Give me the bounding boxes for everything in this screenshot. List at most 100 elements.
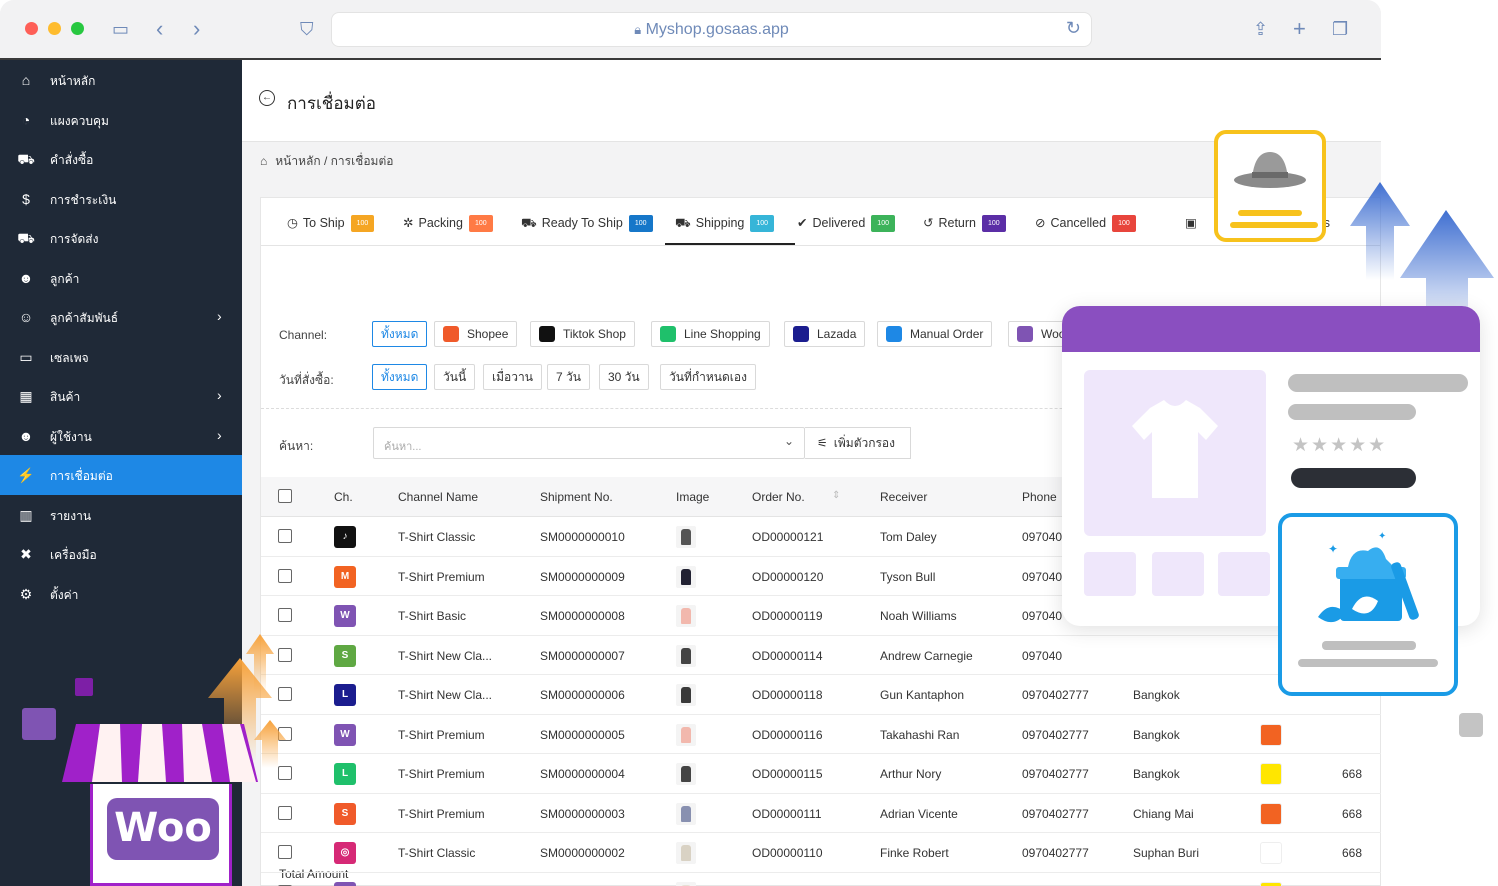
date-chip[interactable]: วันที่กำหนดเอง (660, 364, 756, 390)
back-nav-icon[interactable]: ‹ (156, 18, 163, 40)
header-channel-name[interactable]: Channel Name (398, 490, 478, 504)
close-window-dot[interactable] (25, 22, 38, 35)
table-row[interactable]: W T-Shirt Premium SM0000000005 OD0000011… (261, 715, 1381, 754)
phone-cell: 097040 (1022, 569, 1063, 584)
sidebar-item-label: เซลเพจ (50, 350, 89, 365)
lock-icon: 🔒︎ (634, 22, 642, 37)
sidebar-item-truck[interactable]: ⛟ การจัดส่ง (0, 218, 242, 258)
order-no-cell: OD00000120 (752, 569, 824, 584)
store-front: Woo (90, 784, 232, 886)
order-no-cell: OD00000118 (752, 688, 823, 702)
table-row[interactable]: ◎ T-Shirt Classic SM0000000002 OD0000011… (261, 833, 1381, 873)
sidebar-item-user-group[interactable]: ☻ ผู้ใช้งาน › (0, 416, 242, 456)
magento-channel-icon: M (334, 565, 356, 588)
gear-icon: ⚙ (19, 585, 33, 602)
chevron-right-icon: › (217, 308, 222, 324)
minimize-window-dot[interactable] (48, 22, 61, 35)
shipment-no-cell: SM0000000005 (540, 727, 625, 742)
reload-icon[interactable]: ↻ (1066, 18, 1081, 39)
sidebar-toggle-icon[interactable]: ▭ (112, 18, 129, 40)
date-chip[interactable]: วันนี้ (434, 364, 476, 390)
sidebar-item-users[interactable]: ☻ ลูกค้า (0, 258, 242, 298)
new-tab-icon[interactable]: + (1293, 18, 1306, 40)
tab-to-ship[interactable]: ◷ To Ship 100 (287, 198, 387, 245)
shipment-no-cell: SM0000000010 (540, 530, 625, 544)
table-row[interactable]: S T-Shirt New Cla... SM0000000007 OD0000… (261, 636, 1381, 675)
header-order-no[interactable]: Order No. (752, 490, 805, 504)
amount-cell: 668 (1342, 846, 1363, 860)
forward-nav-icon[interactable]: › (193, 18, 200, 40)
tab-ready-to-ship[interactable]: ⛟ Ready To Ship 100 (521, 198, 661, 245)
channel-name-cell: T-Shirt Premium (398, 767, 485, 781)
sidebar-item-tools[interactable]: ✖ เครื่องมือ (0, 534, 242, 574)
date-chip[interactable]: 7 วัน (547, 364, 590, 390)
tab-shipping[interactable]: ⛟ Shipping 100 (665, 198, 795, 245)
address-bar[interactable]: 🔒︎ Myshop.gosaas.app ↻ (331, 12, 1092, 47)
sidebar-item-gear[interactable]: ⚙ ตั้งค่า (0, 574, 242, 614)
sidebar-item-home[interactable]: ⌂ หน้าหลัก (0, 60, 242, 100)
tab-cancelled[interactable]: ⊘ Cancelled 100 (1035, 198, 1147, 245)
url-text: Myshop.gosaas.app (645, 21, 789, 38)
channel-chip-all[interactable]: ทั้งหมด (372, 321, 428, 347)
sidebar-item-plug[interactable]: ⚡ การเชื่อมต่อ (0, 455, 242, 495)
header-ch[interactable]: Ch. (334, 490, 353, 504)
date-chip[interactable]: 30 วัน (599, 364, 649, 390)
product-thumbnail (676, 605, 696, 627)
header-receiver[interactable]: Receiver (880, 490, 927, 504)
row-checkbox[interactable] (278, 568, 292, 583)
product-thumbnail (676, 526, 696, 548)
row-checkbox[interactable] (278, 845, 292, 859)
channel-chip-shopee[interactable]: Shopee (434, 321, 518, 347)
row-checkbox[interactable] (278, 805, 292, 820)
sidebar-item-boxes[interactable]: ▦ สินค้า › (0, 376, 242, 416)
sidebar-item-dashboard[interactable]: ◔ แผงควบคุม (0, 100, 242, 140)
date-chip[interactable]: ทั้งหมด (372, 364, 428, 390)
add-filter-button[interactable]: ⚟ เพิ่มตัวกรอง (805, 427, 911, 459)
sidebar-item-user-tie[interactable]: ☺ ลูกค้าสัมพันธ์ › (0, 297, 242, 337)
page-title: การเชื่อมต่อ (287, 94, 376, 113)
channel-chip-line-shopping[interactable]: Line Shopping (651, 321, 770, 347)
browser-titlebar: ▭ ‹ › ⛉ 🔒︎ Myshop.gosaas.app ↻ ⇪ + ❐ (0, 0, 1381, 60)
back-arrow-icon[interactable]: ← (259, 90, 275, 106)
channel-chip-manual-order[interactable]: Manual Order (877, 321, 993, 347)
tab-icon: ⛟ (521, 215, 537, 230)
header-shipment-no[interactable]: Shipment No. (540, 490, 613, 504)
channel-chip-lazada[interactable]: Lazada (784, 321, 866, 347)
square-decoration (22, 708, 56, 740)
sidebar-item-dollar[interactable]: $ การชำระเงิน (0, 179, 242, 219)
table-row[interactable]: L T-Shirt Premium SM0000000004 OD0000011… (261, 754, 1381, 794)
sidebar-item-cart[interactable]: ⛟ คำสั่งซื้อ (0, 139, 242, 179)
chevron-down-icon[interactable]: ⌄ (784, 434, 794, 448)
user-tie-icon: ☺ (18, 309, 34, 325)
sort-icon[interactable]: ⇕ (832, 490, 840, 501)
row-checkbox[interactable] (278, 529, 292, 543)
header-image[interactable]: Image (676, 490, 709, 504)
tools-icon: ✖ (20, 546, 32, 562)
sidebar-item-chart[interactable]: ▥ รายงาน (0, 495, 242, 535)
table-row[interactable]: W T-Shirt Classic SM0000000001 OD0000010… (261, 873, 1381, 886)
select-all-checkbox[interactable] (278, 489, 292, 503)
breadcrumb-text[interactable]: หน้าหลัก / การเชื่อมต่อ (275, 154, 393, 168)
maximize-window-dot[interactable] (71, 22, 84, 35)
shield-icon[interactable]: ⛉ (300, 18, 314, 40)
table-row[interactable]: S T-Shirt Premium SM0000000003 OD0000011… (261, 794, 1381, 833)
tab-delivered[interactable]: ✔ Delivered 100 (797, 198, 909, 245)
window-icon: ▭ (19, 348, 33, 365)
search-label: ค้นหา: (279, 439, 314, 453)
search-input[interactable]: ค้นหา... ⌄ (373, 427, 805, 459)
tab-return[interactable]: ↺ Return 100 (923, 198, 1021, 245)
product-thumbnail (676, 763, 696, 785)
search-placeholder: ค้นหา... (384, 441, 422, 453)
count-badge: 100 (871, 215, 895, 233)
date-chip[interactable]: เมื่อวาน (483, 364, 542, 390)
tabs-overview-icon[interactable]: ❐ (1332, 18, 1348, 40)
channel-chip-tiktok-shop[interactable]: Tiktok Shop (530, 321, 635, 347)
row-checkbox[interactable] (278, 608, 292, 622)
tab-packing[interactable]: ✲ Packing 100 (403, 198, 509, 245)
rating-stars-icon: ★★★★★ (1292, 435, 1388, 456)
square-decoration (1459, 713, 1483, 737)
table-row[interactable]: L T-Shirt New Cla... SM0000000006 OD0000… (261, 675, 1381, 715)
header-phone[interactable]: Phone (1022, 490, 1057, 504)
share-icon[interactable]: ⇪ (1253, 18, 1268, 40)
sidebar-item-window[interactable]: ▭ เซลเพจ (0, 337, 242, 377)
